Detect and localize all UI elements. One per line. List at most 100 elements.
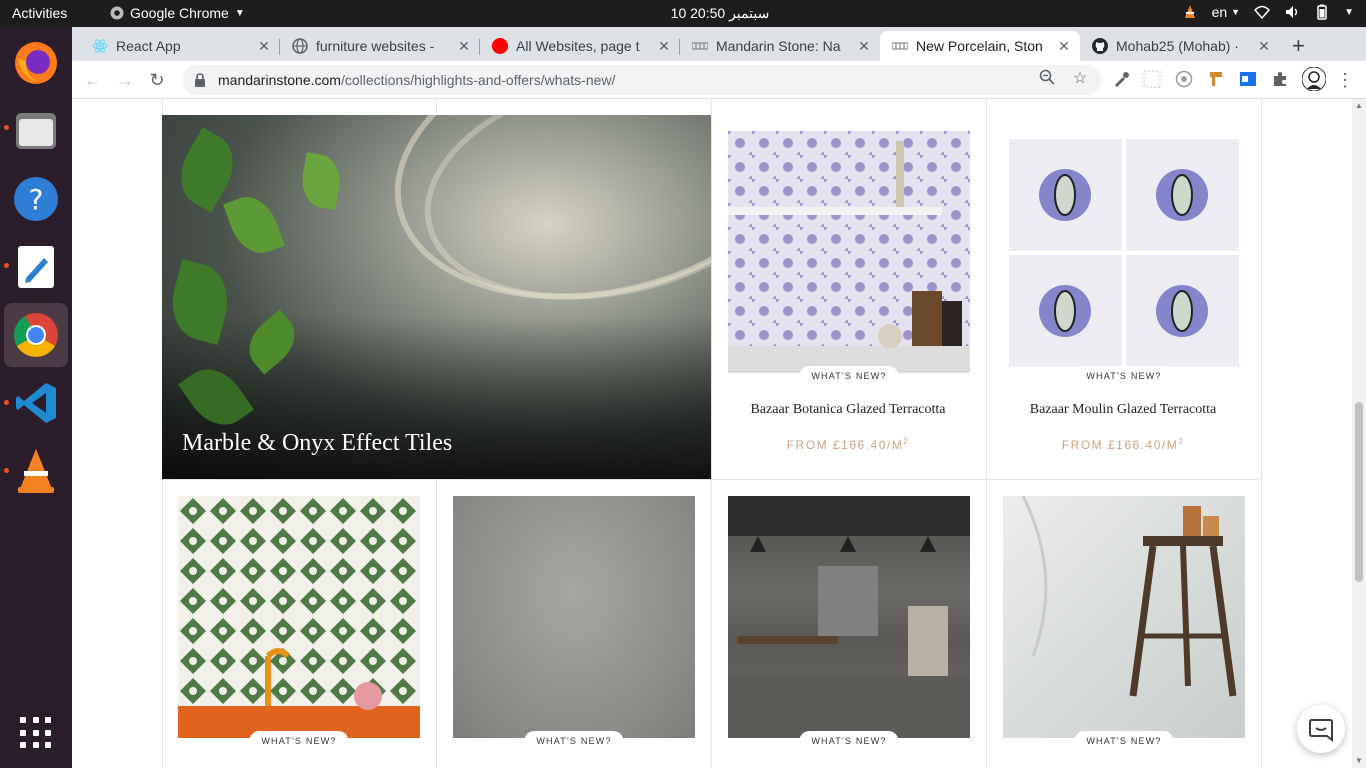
address-bar[interactable]: mandarinstone.com/collections/highlights… bbox=[182, 65, 1102, 95]
page-content: Marble & Onyx Effect Tiles WHAT'S NEW? B… bbox=[72, 99, 1366, 768]
grid-extension-icon[interactable] bbox=[1143, 70, 1161, 88]
product-price: FROM £166.40/M2 bbox=[786, 437, 910, 452]
lock-icon bbox=[194, 73, 206, 87]
new-tab-button[interactable]: + bbox=[1292, 33, 1305, 59]
tab-title: React App bbox=[116, 38, 181, 54]
tab-title: All Websites, page t bbox=[516, 38, 640, 54]
show-apps-button[interactable] bbox=[20, 717, 52, 749]
url-path: /collections/highlights-and-offers/whats… bbox=[340, 72, 616, 88]
close-icon[interactable]: ✕ bbox=[856, 38, 872, 55]
back-button[interactable]: ← bbox=[82, 69, 104, 91]
tab-strip: React App ✕ furniture websites - ✕ All W… bbox=[72, 27, 1366, 61]
svg-text:?: ? bbox=[29, 183, 44, 216]
whats-new-badge: WHAT'S NEW? bbox=[1074, 731, 1174, 751]
chevron-down-icon[interactable]: ▼ bbox=[1344, 7, 1354, 18]
close-icon[interactable]: ✕ bbox=[256, 38, 272, 55]
activities-button[interactable]: Activities bbox=[12, 5, 67, 21]
chevron-down-icon: ▼ bbox=[1231, 7, 1241, 17]
forward-button[interactable]: → bbox=[114, 69, 136, 91]
dock-chrome[interactable] bbox=[4, 303, 68, 367]
network-icon[interactable] bbox=[1254, 4, 1271, 20]
page-scrollbar[interactable]: ▲ ▼ bbox=[1352, 99, 1366, 768]
url-domain: mandarinstone.com bbox=[218, 72, 341, 88]
firefox-icon bbox=[15, 42, 57, 84]
system-top-bar: Activities Google Chrome ▼ 10 سبتمبر 20:… bbox=[0, 0, 1366, 27]
clock[interactable]: 10 سبتمبر 20:50 bbox=[671, 5, 770, 21]
hero-title: Marble & Onyx Effect Tiles bbox=[182, 430, 453, 456]
tab-all-websites[interactable]: All Websites, page t ✕ bbox=[480, 31, 680, 61]
globe-icon bbox=[292, 38, 308, 54]
tab-title: Mohab25 (Mohab) · bbox=[1116, 38, 1239, 54]
tab-new-porcelain[interactable]: New Porcelain, Ston ✕ bbox=[880, 31, 1080, 61]
tab-title: Mandarin Stone: Na bbox=[716, 38, 841, 54]
whats-new-badge: WHAT'S NEW? bbox=[799, 366, 899, 386]
window-extension-icon[interactable] bbox=[1239, 70, 1257, 88]
tab-react-app[interactable]: React App ✕ bbox=[80, 31, 280, 61]
tab-mandarin-stone[interactable]: Mandarin Stone: Na ✕ bbox=[680, 31, 880, 61]
dock-vlc[interactable] bbox=[4, 439, 68, 503]
tab-furniture-websites[interactable]: furniture websites - ✕ bbox=[280, 31, 480, 61]
mandarin-icon bbox=[892, 38, 908, 54]
zoom-icon[interactable] bbox=[1037, 69, 1057, 89]
eyedropper-extension-icon[interactable] bbox=[1112, 70, 1130, 88]
whats-new-badge: WHAT'S NEW? bbox=[799, 731, 899, 751]
battery-icon[interactable] bbox=[1314, 4, 1330, 20]
vlc-icon bbox=[18, 449, 54, 493]
product-image[interactable] bbox=[728, 496, 970, 738]
app-name: Google Chrome bbox=[130, 5, 229, 21]
scroll-up-arrow[interactable]: ▲ bbox=[1355, 101, 1363, 110]
mandarin-icon bbox=[692, 38, 708, 54]
close-icon[interactable]: ✕ bbox=[1056, 38, 1072, 55]
vlc-tray-icon[interactable] bbox=[1182, 4, 1198, 20]
product-image[interactable] bbox=[1003, 496, 1245, 738]
product-image[interactable] bbox=[728, 131, 970, 373]
whats-new-badge: WHAT'S NEW? bbox=[524, 731, 624, 751]
react-icon bbox=[92, 38, 108, 54]
chevron-down-icon: ▼ bbox=[234, 7, 245, 19]
product-image[interactable] bbox=[1003, 131, 1245, 373]
chrome-window: React App ✕ furniture websites - ✕ All W… bbox=[72, 27, 1366, 768]
dock-help[interactable]: ? bbox=[4, 167, 68, 231]
system-tray[interactable]: en ▼ ▼ bbox=[1182, 4, 1354, 20]
red-circle-icon bbox=[492, 38, 508, 54]
dock-files[interactable] bbox=[4, 99, 68, 163]
product-name[interactable]: Bazaar Botanica Glazed Terracotta bbox=[711, 402, 985, 418]
product-image[interactable] bbox=[453, 496, 695, 738]
dock-text-editor[interactable] bbox=[4, 235, 68, 299]
product-price: FROM £166.40/M2 bbox=[1061, 437, 1185, 452]
chat-icon bbox=[1309, 719, 1333, 742]
close-icon[interactable]: ✕ bbox=[1256, 38, 1272, 55]
product-name[interactable]: Bazaar Moulin Glazed Terracotta bbox=[986, 402, 1260, 418]
dock: ? bbox=[0, 27, 72, 768]
close-icon[interactable]: ✕ bbox=[656, 38, 672, 55]
dock-firefox[interactable] bbox=[4, 31, 68, 95]
clock-extension-icon[interactable] bbox=[1175, 70, 1193, 88]
language-indicator[interactable]: en ▼ bbox=[1212, 4, 1241, 20]
chrome-icon bbox=[14, 313, 58, 357]
tool-extension-icon[interactable] bbox=[1207, 70, 1225, 88]
reload-button[interactable]: ↻ bbox=[146, 69, 168, 91]
chrome-icon bbox=[110, 6, 124, 20]
app-menu[interactable]: Google Chrome ▼ bbox=[110, 5, 245, 21]
whats-new-badge: WHAT'S NEW? bbox=[1074, 366, 1174, 386]
chrome-menu-button[interactable]: ⋮ bbox=[1334, 69, 1356, 91]
volume-icon[interactable] bbox=[1284, 4, 1300, 20]
scrollbar-thumb[interactable] bbox=[1355, 402, 1363, 582]
text-editor-icon bbox=[18, 246, 54, 288]
extensions-puzzle-icon[interactable] bbox=[1271, 70, 1289, 88]
close-icon[interactable]: ✕ bbox=[456, 38, 472, 55]
whats-new-badge: WHAT'S NEW? bbox=[249, 731, 349, 751]
bookmark-star-icon[interactable]: ☆ bbox=[1070, 69, 1090, 89]
avatar[interactable] bbox=[1302, 67, 1326, 91]
product-image[interactable] bbox=[178, 496, 420, 738]
github-icon bbox=[1092, 38, 1108, 54]
tab-title: furniture websites - bbox=[316, 38, 435, 54]
dock-vscode[interactable] bbox=[4, 371, 68, 435]
files-icon bbox=[16, 113, 56, 149]
scroll-down-arrow[interactable]: ▼ bbox=[1355, 756, 1363, 765]
tab-title: New Porcelain, Ston bbox=[916, 38, 1043, 54]
browser-toolbar: ← → ↻ mandarinstone.com/collections/high… bbox=[72, 61, 1366, 99]
live-chat-button[interactable] bbox=[1297, 705, 1345, 753]
tab-github[interactable]: Mohab25 (Mohab) · ✕ bbox=[1080, 31, 1280, 61]
hero-banner[interactable]: Marble & Onyx Effect Tiles bbox=[162, 115, 711, 479]
